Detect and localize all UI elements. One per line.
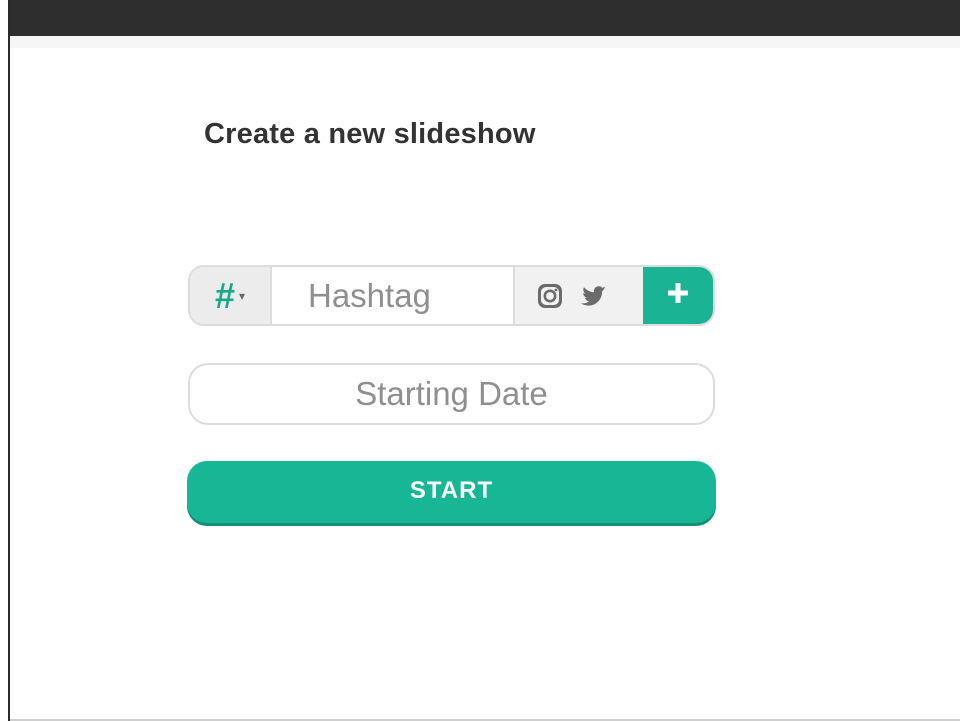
instagram-icon[interactable] [535,281,565,311]
plus-icon [665,280,691,311]
hashtag-symbol: # [214,274,235,316]
top-bar [10,0,960,36]
start-button[interactable]: START [187,461,716,523]
hashtag-input-group: # ▾ [188,265,715,326]
network-toggles [513,267,643,324]
chevron-down-icon: ▾ [239,288,246,303]
window-left-edge [0,0,10,721]
page-title: Create a new slideshow [204,118,536,150]
starting-date-input[interactable] [190,374,713,414]
twitter-icon[interactable] [579,281,609,311]
hashtag-type-dropdown[interactable]: # ▾ [190,267,272,324]
top-bar-shadow [10,36,960,48]
starting-date-field [188,363,715,425]
add-hashtag-button[interactable] [643,267,713,324]
hashtag-input[interactable] [272,267,513,324]
app-window: Create a new slideshow # ▾ Hashtag Start… [0,0,960,721]
